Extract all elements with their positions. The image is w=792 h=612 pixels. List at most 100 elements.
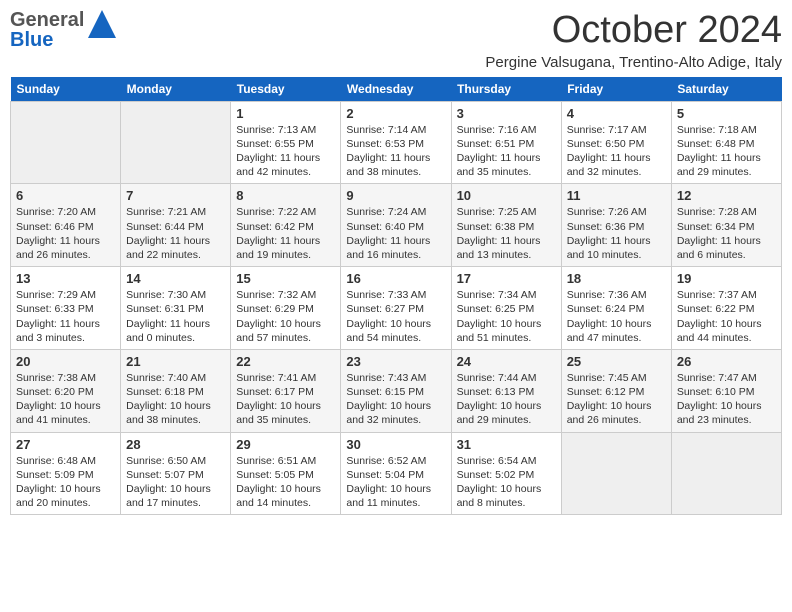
calendar-week-row: 13 Sunrise: 7:29 AM Sunset: 6:33 PM Dayli… [11,267,782,350]
calendar-cell: 20 Sunrise: 7:38 AM Sunset: 6:20 PM Dayli… [11,349,121,432]
location: Pergine Valsugana, Trentino-Alto Adige, … [485,54,782,71]
calendar-cell: 2Sunrise: 7:14 AM Sunset: 6:53 PM Daylig… [341,101,451,184]
day-number: 21 [126,354,225,369]
day-info: Sunrise: 7:44 AM Sunset: 6:13 PM Dayligh… [457,371,556,428]
calendar-week-row: 27 Sunrise: 6:48 AM Sunset: 5:09 PM Dayli… [11,432,782,515]
day-number: 10 [457,188,556,203]
logo-blue: Blue [10,30,84,50]
day-info: Sunrise: 6:51 AM Sunset: 5:05 PM Dayligh… [236,454,335,511]
calendar-week-row: 6 Sunrise: 7:20 AM Sunset: 6:46 PM Daylig… [11,184,782,267]
day-info: Sunrise: 7:33 AM Sunset: 6:27 PM Dayligh… [346,288,445,345]
calendar-cell: 19Sunrise: 7:37 AM Sunset: 6:22 PM Dayli… [671,267,781,350]
day-info: Sunrise: 7:18 AM Sunset: 6:48 PM Dayligh… [677,123,776,180]
calendar-header: SundayMondayTuesdayWednesdayThursdayFrid… [11,77,782,102]
calendar-cell: 28 Sunrise: 6:50 AM Sunset: 5:07 PM Dayli… [121,432,231,515]
calendar-cell: 25Sunrise: 7:45 AM Sunset: 6:12 PM Dayli… [561,349,671,432]
calendar-cell: 3 Sunrise: 7:16 AM Sunset: 6:51 PM Daylig… [451,101,561,184]
calendar-cell: 27 Sunrise: 6:48 AM Sunset: 5:09 PM Dayli… [11,432,121,515]
day-number: 4 [567,106,666,121]
day-info: Sunrise: 7:13 AM Sunset: 6:55 PM Dayligh… [236,123,335,180]
calendar-cell: 7 Sunrise: 7:21 AM Sunset: 6:44 PM Daylig… [121,184,231,267]
month-year: October 2024 [485,10,782,52]
day-info: Sunrise: 6:50 AM Sunset: 5:07 PM Dayligh… [126,454,225,511]
calendar-cell: 23Sunrise: 7:43 AM Sunset: 6:15 PM Dayli… [341,349,451,432]
calendar-cell: 12 Sunrise: 7:28 AM Sunset: 6:34 PM Dayli… [671,184,781,267]
title-block: October 2024 Pergine Valsugana, Trentino… [485,10,782,71]
day-number: 17 [457,271,556,286]
calendar-cell: 17 Sunrise: 7:34 AM Sunset: 6:25 PM Dayli… [451,267,561,350]
calendar-table: SundayMondayTuesdayWednesdayThursdayFrid… [10,77,782,515]
day-number: 22 [236,354,335,369]
day-info: Sunrise: 7:25 AM Sunset: 6:38 PM Dayligh… [457,205,556,262]
page-header: General Blue October 2024 Pergine Valsug… [10,10,782,71]
day-info: Sunrise: 7:16 AM Sunset: 6:51 PM Dayligh… [457,123,556,180]
day-number: 8 [236,188,335,203]
day-info: Sunrise: 7:40 AM Sunset: 6:18 PM Dayligh… [126,371,225,428]
day-info: Sunrise: 7:30 AM Sunset: 6:31 PM Dayligh… [126,288,225,345]
day-number: 29 [236,437,335,452]
calendar-cell: 1 Sunrise: 7:13 AM Sunset: 6:55 PM Daylig… [231,101,341,184]
logo-general: General [10,10,84,30]
day-number: 28 [126,437,225,452]
day-number: 16 [346,271,445,286]
calendar-cell: 11Sunrise: 7:26 AM Sunset: 6:36 PM Dayli… [561,184,671,267]
day-number: 12 [677,188,776,203]
day-info: Sunrise: 7:28 AM Sunset: 6:34 PM Dayligh… [677,205,776,262]
day-of-week-header: Friday [561,77,671,102]
day-info: Sunrise: 7:47 AM Sunset: 6:10 PM Dayligh… [677,371,776,428]
day-number: 20 [16,354,115,369]
calendar-cell: 24 Sunrise: 7:44 AM Sunset: 6:13 PM Dayli… [451,349,561,432]
calendar-cell: 8 Sunrise: 7:22 AM Sunset: 6:42 PM Daylig… [231,184,341,267]
day-of-week-header: Thursday [451,77,561,102]
calendar-cell: 16 Sunrise: 7:33 AM Sunset: 6:27 PM Dayli… [341,267,451,350]
day-of-week-header: Tuesday [231,77,341,102]
day-number: 18 [567,271,666,286]
day-number: 31 [457,437,556,452]
calendar-cell: 26 Sunrise: 7:47 AM Sunset: 6:10 PM Dayli… [671,349,781,432]
day-number: 27 [16,437,115,452]
calendar-cell: 22 Sunrise: 7:41 AM Sunset: 6:17 PM Dayli… [231,349,341,432]
calendar-week-row: 1 Sunrise: 7:13 AM Sunset: 6:55 PM Daylig… [11,101,782,184]
day-number: 3 [457,106,556,121]
calendar-cell: 5Sunrise: 7:18 AM Sunset: 6:48 PM Daylig… [671,101,781,184]
day-info: Sunrise: 7:38 AM Sunset: 6:20 PM Dayligh… [16,371,115,428]
calendar-cell: 15Sunrise: 7:32 AM Sunset: 6:29 PM Dayli… [231,267,341,350]
day-number: 2 [346,106,445,121]
day-of-week-header: Monday [121,77,231,102]
day-number: 24 [457,354,556,369]
day-info: Sunrise: 7:43 AM Sunset: 6:15 PM Dayligh… [346,371,445,428]
calendar-cell: 13 Sunrise: 7:29 AM Sunset: 6:33 PM Dayli… [11,267,121,350]
day-info: Sunrise: 7:26 AM Sunset: 6:36 PM Dayligh… [567,205,666,262]
calendar-cell: 9 Sunrise: 7:24 AM Sunset: 6:40 PM Daylig… [341,184,451,267]
calendar-cell: 29 Sunrise: 6:51 AM Sunset: 5:05 PM Dayli… [231,432,341,515]
calendar-cell [121,101,231,184]
day-info: Sunrise: 6:52 AM Sunset: 5:04 PM Dayligh… [346,454,445,511]
day-number: 15 [236,271,335,286]
day-info: Sunrise: 6:48 AM Sunset: 5:09 PM Dayligh… [16,454,115,511]
day-number: 9 [346,188,445,203]
day-info: Sunrise: 7:41 AM Sunset: 6:17 PM Dayligh… [236,371,335,428]
day-number: 6 [16,188,115,203]
day-number: 30 [346,437,445,452]
logo-icon [88,10,116,46]
day-info: Sunrise: 7:21 AM Sunset: 6:44 PM Dayligh… [126,205,225,262]
day-info: Sunrise: 7:20 AM Sunset: 6:46 PM Dayligh… [16,205,115,262]
calendar-cell [561,432,671,515]
day-info: Sunrise: 7:24 AM Sunset: 6:40 PM Dayligh… [346,205,445,262]
calendar-cell [671,432,781,515]
day-info: Sunrise: 7:34 AM Sunset: 6:25 PM Dayligh… [457,288,556,345]
day-number: 25 [567,354,666,369]
day-number: 26 [677,354,776,369]
day-number: 7 [126,188,225,203]
day-info: Sunrise: 6:54 AM Sunset: 5:02 PM Dayligh… [457,454,556,511]
calendar-cell: 14 Sunrise: 7:30 AM Sunset: 6:31 PM Dayli… [121,267,231,350]
day-number: 14 [126,271,225,286]
calendar-cell: 18Sunrise: 7:36 AM Sunset: 6:24 PM Dayli… [561,267,671,350]
day-number: 13 [16,271,115,286]
logo: General Blue [10,10,116,50]
day-of-week-header: Saturday [671,77,781,102]
calendar-cell: 10 Sunrise: 7:25 AM Sunset: 6:38 PM Dayli… [451,184,561,267]
day-info: Sunrise: 7:29 AM Sunset: 6:33 PM Dayligh… [16,288,115,345]
day-number: 1 [236,106,335,121]
day-info: Sunrise: 7:22 AM Sunset: 6:42 PM Dayligh… [236,205,335,262]
